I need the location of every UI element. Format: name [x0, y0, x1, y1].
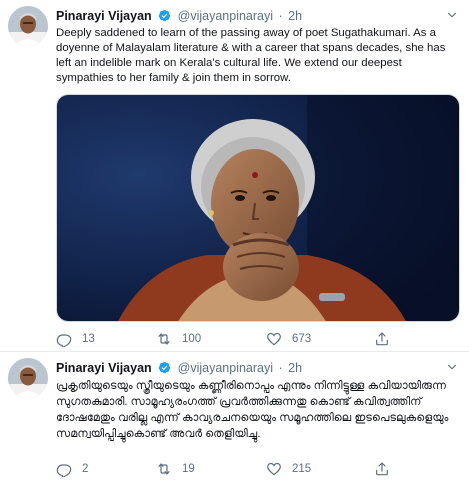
avatar-image	[8, 6, 48, 46]
tweet-time[interactable]: 2h	[288, 9, 302, 23]
tweet-photo[interactable]	[56, 94, 460, 322]
tweet-time[interactable]: 2h	[288, 361, 302, 375]
tweet-header: Pinarayi Vijayan @vijayanpinarayi · 2h	[56, 360, 302, 376]
avatar[interactable]	[8, 6, 48, 46]
retweet-icon	[158, 333, 170, 345]
retweet-button[interactable]: 100	[156, 330, 201, 348]
reply-icon	[56, 464, 72, 477]
avatar[interactable]	[8, 358, 48, 398]
avatar-image	[8, 358, 48, 398]
reply-icon	[56, 334, 72, 347]
tweet-text: പ്രകൃതിയുടെയും സ്ത്രീയുടെയും കണ്ണീരിനൊപ്…	[56, 380, 449, 440]
author-name[interactable]: Pinarayi Vijayan	[56, 9, 152, 23]
author-handle[interactable]: @vijayanpinarayi	[178, 9, 273, 23]
tweet-header: Pinarayi Vijayan @vijayanpinarayi · 2h	[56, 8, 302, 24]
share-icon	[376, 462, 388, 476]
share-button[interactable]	[374, 460, 400, 478]
retweet-button[interactable]: 19	[156, 460, 195, 478]
retweet-icon	[158, 463, 170, 475]
share-button[interactable]	[374, 330, 400, 348]
reply-count: 13	[82, 333, 95, 345]
share-icon	[376, 332, 388, 346]
reply-button[interactable]: 13	[56, 330, 95, 348]
author-handle[interactable]: @vijayanpinarayi	[178, 361, 273, 375]
tweet-actions: 2 19 215	[56, 460, 436, 478]
like-button[interactable]: 215	[266, 460, 311, 478]
reply-button[interactable]: 2	[56, 460, 88, 478]
tweet-card[interactable]: Pinarayi Vijayan @vijayanpinarayi · 2h D…	[0, 0, 469, 352]
heart-icon	[267, 332, 281, 346]
tweet-actions: 13 100 673	[56, 330, 436, 348]
like-count: 673	[292, 333, 312, 345]
retweet-count: 19	[182, 463, 195, 475]
like-count: 215	[292, 463, 312, 475]
chevron-down-icon[interactable]	[445, 360, 459, 374]
tweet-text: Deeply saddened to learn of the passing …	[56, 27, 446, 84]
separator-dot: ·	[278, 361, 283, 375]
verified-badge-icon	[158, 9, 171, 22]
chevron-down-icon[interactable]	[445, 8, 459, 22]
photo-image	[57, 95, 459, 321]
retweet-count: 100	[182, 333, 202, 345]
like-button[interactable]: 673	[266, 330, 311, 348]
author-name[interactable]: Pinarayi Vijayan	[56, 361, 152, 375]
heart-icon	[267, 462, 281, 476]
tweet-card[interactable]: Pinarayi Vijayan @vijayanpinarayi · 2h പ…	[0, 352, 469, 483]
reply-count: 2	[82, 463, 89, 475]
verified-badge-icon	[158, 361, 171, 374]
separator-dot: ·	[278, 9, 283, 23]
